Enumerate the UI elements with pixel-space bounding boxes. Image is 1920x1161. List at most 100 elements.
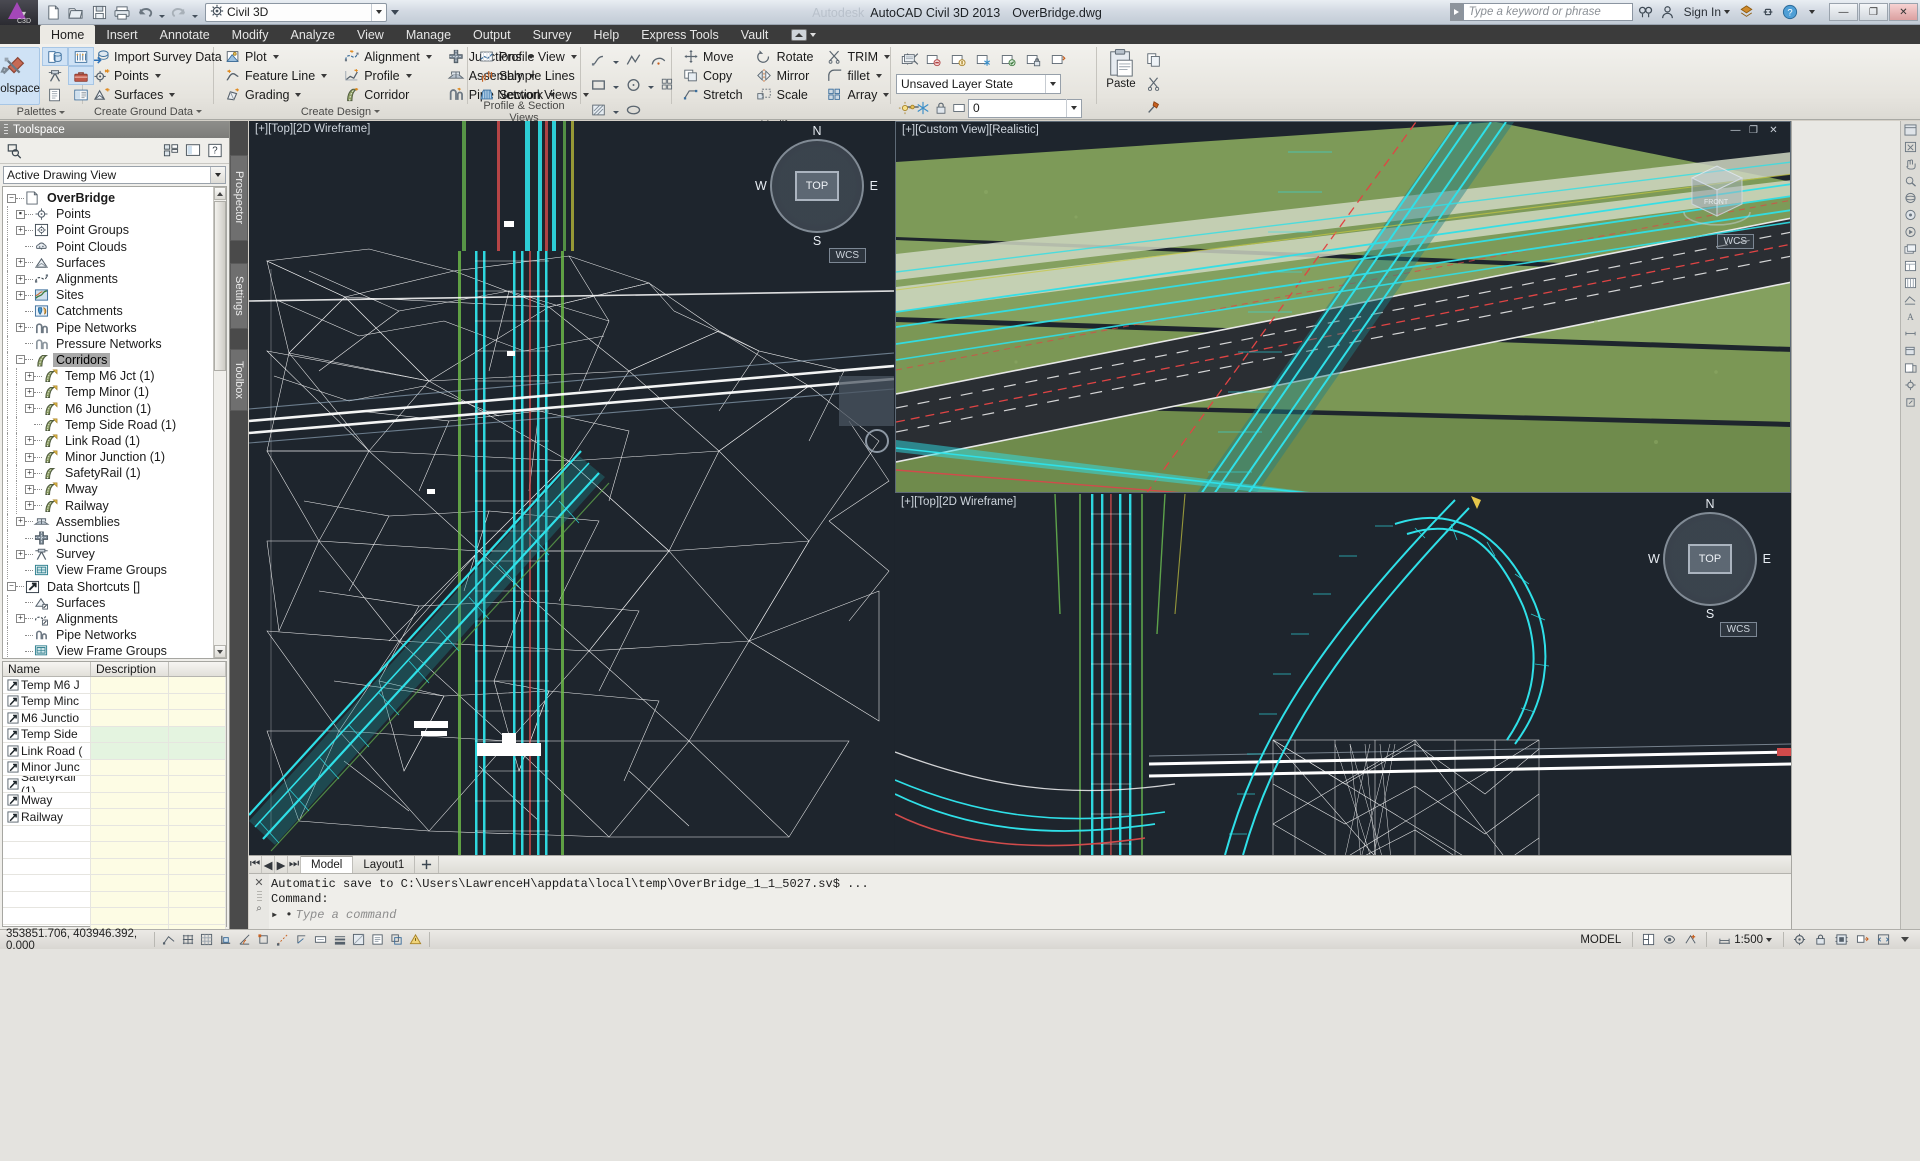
tree-item-temp-side-road-1[interactable]: Temp Side Road (1) [7,416,226,433]
layer-lock-icon[interactable] [1021,48,1045,72]
tree-expand-icon[interactable]: + [25,436,34,446]
external-tool-icon[interactable] [1902,394,1920,410]
toolspace-tree[interactable]: − OverBridge ▪ Points + Point Groups Point Clo… [2,186,227,659]
survey-toolspace-icon[interactable] [42,66,68,85]
alignment-button[interactable]: Alignment [338,47,437,66]
toolspace-item-grid[interactable]: Name Description Temp M6 J Temp Minc M6 Ju… [2,661,227,958]
feature-line-dropdown-icon[interactable] [321,73,328,78]
tree-expand-icon[interactable]: + [16,274,25,284]
toolbar-dock-icon[interactable] [1902,122,1920,138]
tree-collapse-icon[interactable]: − [16,355,25,365]
layer-thaw-icon[interactable] [996,48,1020,72]
layout-tab-model[interactable]: Model [301,856,354,873]
otrack-toggle[interactable] [273,931,292,949]
panel-title-create-design[interactable]: Create Design [214,104,467,119]
line-dropdown-icon[interactable] [611,48,620,69]
tool-palette-icon[interactable] [1902,275,1920,291]
scale-button[interactable]: Scale [751,85,819,104]
tree-expand-icon[interactable]: + [16,225,25,235]
tree-item-survey[interactable]: + Survey [7,546,226,563]
maximize-button[interactable]: ❐ [1859,3,1888,21]
user-account-icon[interactable] [1657,1,1679,23]
minimize-button[interactable]: — [1829,3,1858,21]
viewcube-bottom-right[interactable]: TOP N S E W [1648,497,1771,621]
tree-item-m6-junction-1[interactable]: + M6 Junction (1) [7,400,226,417]
tree-expand-icon[interactable]: + [16,549,25,559]
tree-item-pipe-networks[interactable]: + Pipe Networks [7,319,226,336]
panel-title-profile-section[interactable]: Profile & Section Views [468,100,580,124]
layer-freeze2-icon[interactable] [914,96,931,120]
palette-tab-toolbox[interactable]: Toolbox [230,349,248,411]
ellipse-icon[interactable] [621,98,645,122]
import-survey-data-button[interactable]: Import Survey Data [88,47,227,66]
surfaces-dropdown-icon[interactable] [169,92,176,97]
tree-item-alignments[interactable]: + Alignments [7,270,226,288]
ribbon-minimize-control[interactable] [791,25,817,44]
tree-item-railway[interactable]: + Railway [7,497,226,514]
tree-expand-icon[interactable]: + [25,404,34,414]
grid-row[interactable]: Minor Junc [3,759,226,776]
tree-expand-icon[interactable]: + [25,484,34,494]
text-tool-icon[interactable]: A [1902,309,1920,325]
tab-survey[interactable]: Survey [522,25,583,44]
tree-expand-icon[interactable]: + [25,371,34,381]
viewcube-3d[interactable]: FRONT [1678,154,1756,231]
selection-cycling-toggle[interactable] [387,931,406,949]
status-menu-icon[interactable] [1895,931,1914,949]
ducs-toggle[interactable] [292,931,311,949]
cut-clip-icon[interactable] [1142,72,1166,96]
open-file-icon[interactable] [65,2,87,23]
redo-dropdown-icon[interactable] [190,2,199,23]
clean-screen-icon[interactable] [1874,931,1893,949]
grid-row[interactable]: Mway [3,792,226,809]
showmotion-icon[interactable] [1902,224,1920,240]
search-icon[interactable] [1635,1,1657,23]
profile-view-button[interactable]: Profile View [473,47,594,66]
tree-collapse-icon[interactable]: − [7,582,16,592]
drawing-area[interactable]: [+][Top][2D Wireframe] TOP N S E W WCS [… [249,121,1791,855]
profile-view-dropdown-icon[interactable] [570,54,577,59]
tab-express-tools[interactable]: Express Tools [630,25,730,44]
tree-item-data-shortcuts[interactable]: − Data Shortcuts [] [7,579,226,595]
rectangle-dropdown-icon[interactable] [611,73,620,94]
circle-dropdown-icon[interactable] [646,73,655,94]
quick-properties-toggle[interactable] [368,931,387,949]
layer-off-icon[interactable] [921,48,945,72]
grading-dropdown-icon[interactable] [295,92,302,97]
tree-item-catchments[interactable]: Catchments [7,303,226,320]
layout-tab-layout1[interactable]: Layout1 [353,856,416,873]
layer-properties-icon[interactable] [896,48,920,72]
trim-button[interactable]: TRIM [821,47,895,66]
dimension-tool-icon[interactable] [1902,326,1920,342]
tree-expand-icon[interactable]: + [25,468,34,478]
exchange-apps-icon[interactable] [1735,1,1757,23]
mirror-button[interactable]: Mirror [751,66,819,85]
grid-row[interactable]: Link Road ( [3,743,226,760]
points-button[interactable]: Points [88,66,227,85]
grid-toggle[interactable] [197,931,216,949]
points-dropdown-icon[interactable] [154,73,161,78]
tree-item-point-clouds[interactable]: Point Clouds [7,238,226,255]
tree-expand-icon[interactable]: + [16,517,25,527]
tree-item-overbridge[interactable]: − OverBridge [7,190,226,206]
properties-icon[interactable] [42,47,68,66]
match-properties-icon[interactable] [1142,96,1166,120]
help-icon[interactable]: ? [1779,1,1801,23]
hardware-accel-icon[interactable] [1832,931,1851,949]
tree-item-link-road-1[interactable]: + Link Road (1) [7,432,226,449]
rectangle-icon[interactable] [586,73,610,97]
quick-access-customize-icon[interactable] [387,2,403,23]
settings-tool-icon[interactable] [1902,377,1920,393]
stretch-button[interactable]: Stretch [677,85,748,104]
zoom-window-icon[interactable] [1902,173,1920,189]
fillet-dropdown-icon[interactable] [875,73,882,78]
tab-insert[interactable]: Insert [95,25,148,44]
annotation-scale-selector[interactable]: 1:500 [1713,934,1777,946]
tab-output[interactable]: Output [462,25,522,44]
sample-lines-button[interactable]: Sample Lines [473,66,594,85]
layer-state-dropdown-icon[interactable] [1045,75,1060,93]
drawing-view-dropdown-icon[interactable] [210,167,225,183]
layout-prev-icon[interactable]: ◀ [262,856,275,873]
help-icon[interactable]: ? [205,141,225,161]
wcs-tag-top-left[interactable]: WCS [828,248,866,263]
